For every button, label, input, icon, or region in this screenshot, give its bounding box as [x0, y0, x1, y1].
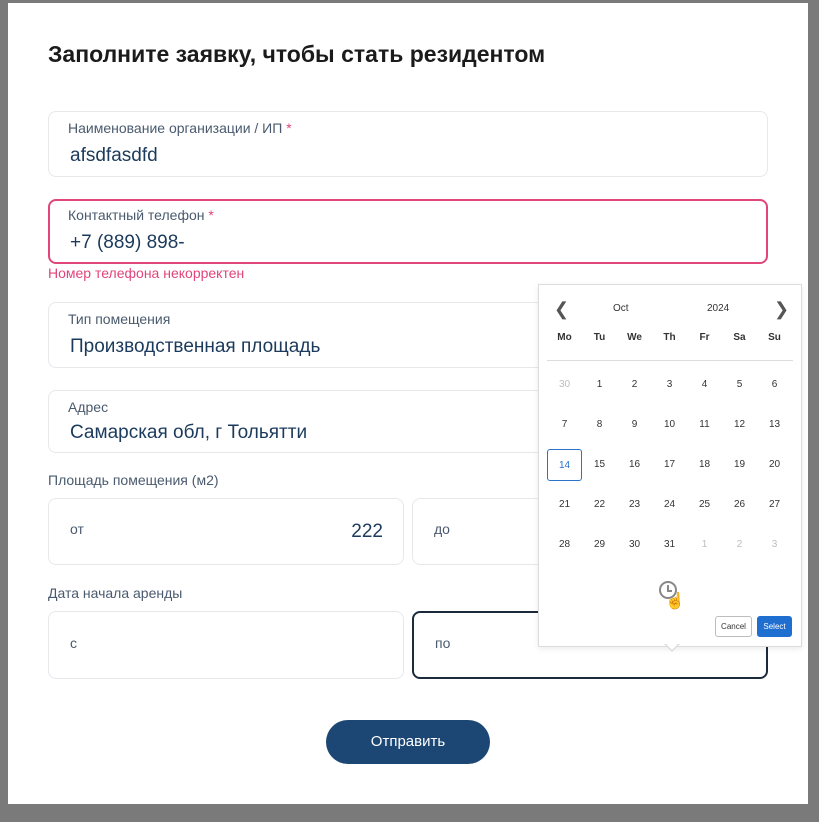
rent-start-section-label: Дата начала аренды [48, 585, 183, 601]
calendar-day[interactable]: 1 [687, 529, 722, 561]
calendar-day[interactable]: 14 [547, 449, 582, 481]
calendar-day[interactable]: 13 [757, 409, 792, 441]
weekday-label: We [627, 332, 642, 343]
date-picker-popup: ❮ Oct 2024 ❯ Mo Tu We Th Fr Sa Su 30 1 2 3 4 5 6 7 8 9 1… [538, 284, 802, 647]
org-name-value[interactable]: afsdfasdfd [70, 145, 158, 167]
calendar-divider [547, 360, 793, 361]
rent-to-label: по [435, 635, 451, 651]
calendar-day[interactable]: 28 [547, 529, 582, 561]
calendar-day[interactable]: 5 [722, 369, 757, 401]
select-button[interactable]: Select [757, 616, 792, 637]
calendar-day[interactable]: 22 [582, 489, 617, 521]
calendar-day[interactable]: 8 [582, 409, 617, 441]
calendar-day[interactable]: 2 [617, 369, 652, 401]
org-name-field[interactable]: Наименование организации / ИП * afsdfasd… [48, 111, 768, 177]
calendar-day[interactable]: 18 [687, 449, 722, 481]
calendar-day[interactable]: 27 [757, 489, 792, 521]
calendar-day[interactable]: 10 [652, 409, 687, 441]
calendar-day[interactable]: 3 [757, 529, 792, 561]
address-label: Адрес [68, 399, 109, 415]
weekday-label: Tu [593, 332, 606, 343]
prev-month-icon[interactable]: ❮ [554, 299, 569, 320]
calendar-day[interactable]: 11 [687, 409, 722, 441]
weekday-label: Su [768, 332, 781, 343]
rent-from-date-field[interactable]: с [48, 611, 404, 679]
weekday-label: Th [663, 332, 676, 343]
calendar-day[interactable]: 7 [547, 409, 582, 441]
calendar-day[interactable]: 3 [652, 369, 687, 401]
org-name-label: Наименование организации / ИП * [68, 120, 292, 136]
calendar-day[interactable]: 26 [722, 489, 757, 521]
submit-button[interactable]: Отправить [326, 720, 490, 764]
phone-value[interactable]: +7 (889) 898- [70, 232, 185, 254]
weekday-label: Fr [699, 332, 710, 343]
form-title: Заполните заявку, чтобы стать резидентом [48, 41, 546, 67]
area-to-label: до [434, 521, 450, 537]
calendar-day[interactable]: 25 [687, 489, 722, 521]
calendar-day[interactable]: 15 [582, 449, 617, 481]
pointer-cursor-icon: ☝ [665, 593, 685, 610]
calendar-day[interactable]: 6 [757, 369, 792, 401]
calendar-day[interactable]: 21 [547, 489, 582, 521]
picker-pointer [664, 643, 680, 652]
calendar-day[interactable]: 16 [617, 449, 652, 481]
calendar-day[interactable]: 4 [687, 369, 722, 401]
calendar-day[interactable]: 20 [757, 449, 792, 481]
phone-error-message: Номер телефона некорректен [48, 265, 245, 281]
area-from-value[interactable]: 222 [351, 521, 383, 543]
area-from-label: от [70, 521, 84, 537]
rent-from-label: с [70, 635, 77, 651]
calendar-day[interactable]: 30 [617, 529, 652, 561]
premises-type-value[interactable]: Производственная площадь [70, 336, 320, 358]
calendar-day[interactable]: 9 [617, 409, 652, 441]
calendar-day[interactable]: 29 [582, 529, 617, 561]
area-section-label: Площадь помещения (м2) [48, 472, 219, 488]
cancel-button[interactable]: Cancel [715, 616, 752, 637]
month-select[interactable]: Oct [613, 303, 629, 314]
calendar-day[interactable]: 17 [652, 449, 687, 481]
address-value[interactable]: Самарская обл, г Тольятти [70, 422, 307, 444]
next-month-icon[interactable]: ❯ [774, 299, 789, 320]
calendar-day[interactable]: 23 [617, 489, 652, 521]
calendar-day[interactable]: 31 [652, 529, 687, 561]
calendar-day[interactable]: 2 [722, 529, 757, 561]
calendar-day[interactable]: 24 [652, 489, 687, 521]
calendar-day[interactable]: 19 [722, 449, 757, 481]
year-select[interactable]: 2024 [707, 303, 729, 314]
calendar-day[interactable]: 1 [582, 369, 617, 401]
premises-type-label: Тип помещения [68, 311, 171, 327]
calendar-day[interactable]: 30 [547, 369, 582, 401]
weekday-label: Sa [733, 332, 746, 343]
area-from-field[interactable]: от 222 [48, 498, 404, 565]
calendar-day[interactable]: 12 [722, 409, 757, 441]
phone-field[interactable]: Контактный телефон * +7 (889) 898- [48, 199, 768, 264]
phone-label: Контактный телефон * [68, 207, 214, 223]
weekday-label: Mo [557, 332, 572, 343]
